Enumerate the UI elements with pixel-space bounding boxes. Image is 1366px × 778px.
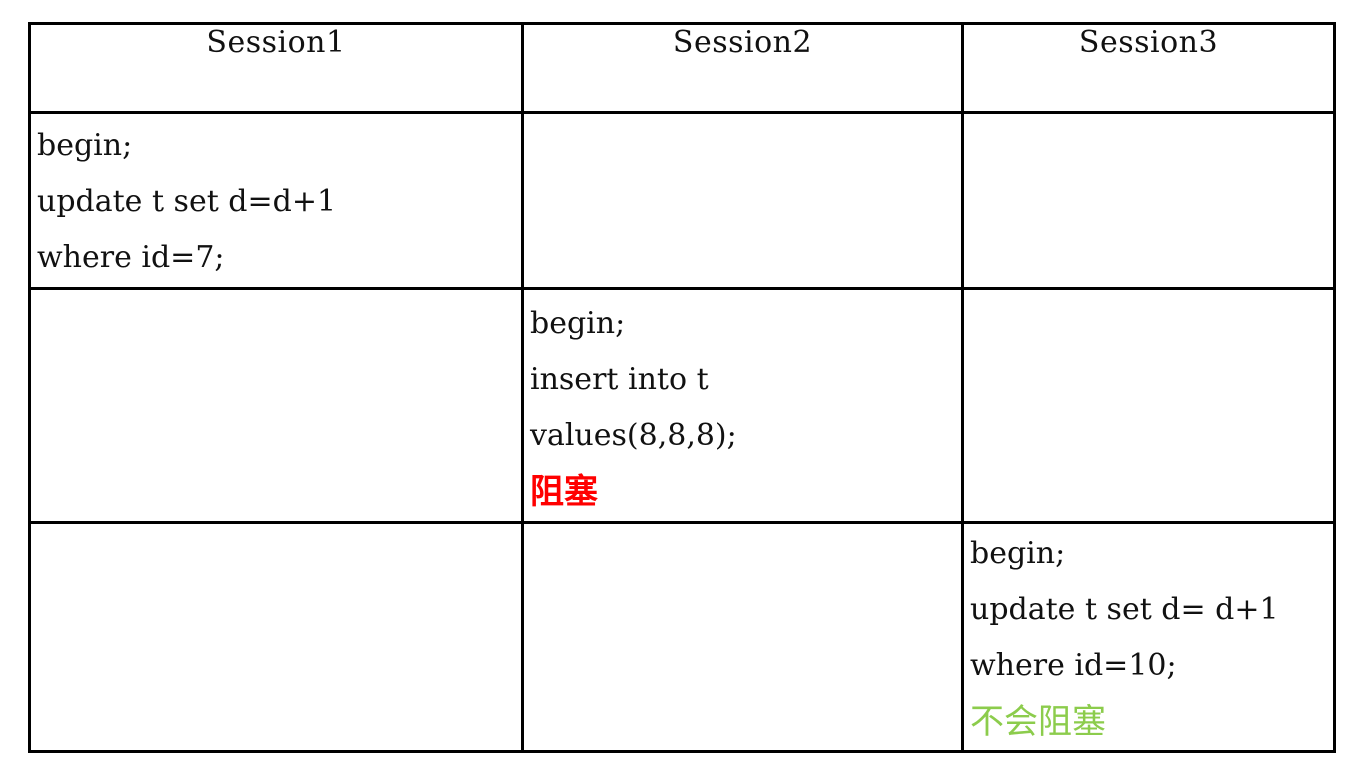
status-blocked-label: 阻塞 [530,472,598,512]
code-line: where id=10; [970,648,1177,683]
header-row: Session1 Session2 Session3 [28,22,1336,114]
header-session2: Session2 [521,22,964,114]
session-timeline-table: Session1 Session2 Session3 begin; update… [28,22,1336,753]
empty-cell [961,287,1336,524]
code-line: begin; [970,536,1066,571]
table-row: begin; update t set d= d+1 where id=10; … [28,521,1336,753]
code-line: where id=7; [37,240,225,275]
code-line: update t set d= d+1 [970,592,1279,627]
empty-cell [961,111,1336,290]
code-line: begin; [530,306,626,341]
header-session1: Session1 [28,22,524,114]
empty-cell [521,111,964,290]
session2-cell: begin; insert into t values(8,8,8); 阻塞 [521,287,964,524]
session3-cell: begin; update t set d= d+1 where id=10; … [961,521,1336,753]
empty-cell [28,521,524,753]
empty-cell [28,287,524,524]
status-not-blocked-label: 不会阻塞 [970,702,1106,742]
table-row: begin; update t set d=d+1 where id=7; [28,111,1336,290]
empty-cell [521,521,964,753]
page: Session1 Session2 Session3 begin; update… [0,0,1366,778]
table-row: begin; insert into t values(8,8,8); 阻塞 [28,287,1336,524]
session1-cell: begin; update t set d=d+1 where id=7; [28,111,524,290]
code-line: values(8,8,8); [530,418,737,453]
code-line: begin; [37,128,133,163]
code-line: insert into t [530,362,709,397]
code-line: update t set d=d+1 [37,184,337,219]
header-session3: Session3 [961,22,1336,114]
